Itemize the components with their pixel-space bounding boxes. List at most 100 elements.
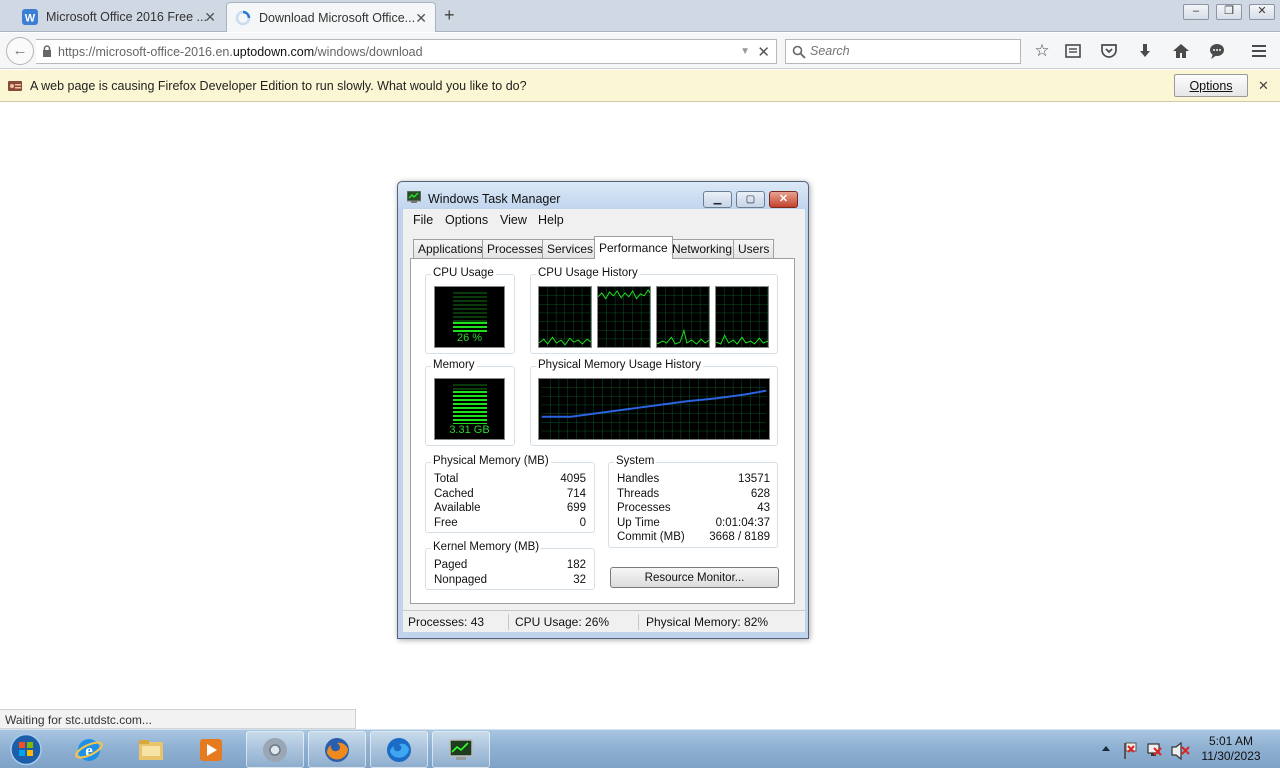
resource-monitor-button[interactable]: Resource Monitor... <box>610 567 779 588</box>
close-window-button[interactable]: ✕ <box>1249 4 1275 20</box>
url-text: https://microsoft-office-2016.en.uptodow… <box>58 45 423 59</box>
task-manager-minimize-button[interactable]: ▁ <box>703 191 732 208</box>
task-manager-status-bar: Processes: 43 CPU Usage: 26% Physical Me… <box>403 610 805 632</box>
taskbar-internet-explorer[interactable]: e <box>60 731 118 768</box>
close-notification-icon[interactable]: ✕ <box>1258 78 1269 94</box>
memory-value: 3.31 GB <box>449 424 490 436</box>
new-tab-plus-icon[interactable]: + <box>444 5 455 26</box>
tab-users[interactable]: Users <box>733 239 775 258</box>
task-manager-title-bar[interactable]: Windows Task Manager ▁ ▢ ✕ <box>398 182 808 208</box>
firefox-developer-icon <box>387 737 411 762</box>
system-label: System <box>614 455 657 467</box>
tab-title: Microsoft Office 2016 Free ... <box>46 10 207 24</box>
row-key: Total <box>434 473 459 485</box>
restore-window-button[interactable]: ❐ <box>1216 4 1242 20</box>
cpu-gauge-fill <box>453 322 487 332</box>
menu-help[interactable]: Help <box>538 213 564 227</box>
uptodown-favicon-icon: W <box>22 9 38 25</box>
system-group: System Handles 13571 Threads 628 Processes… <box>608 455 778 548</box>
download-icon[interactable] <box>1135 41 1155 61</box>
table-row: Processes 43 <box>617 502 770 517</box>
row-key: Handles <box>617 473 660 485</box>
status-processes: Processes: 43 <box>408 615 485 629</box>
windows-taskbar: e 5:01 AM 11/30/2023 <box>0 729 1280 768</box>
menu-options[interactable]: Options <box>445 213 488 227</box>
memory-gauge-fill <box>453 391 487 424</box>
stop-loading-icon[interactable]: ✕ <box>757 43 770 61</box>
volume-muted-icon[interactable] <box>1171 741 1190 761</box>
taskbar-chrome[interactable] <box>246 731 304 768</box>
close-tab-icon[interactable]: ✕ <box>204 9 216 26</box>
url-bar[interactable]: https://microsoft-office-2016.en.uptodow… <box>36 39 777 64</box>
row-value: 32 <box>573 573 586 586</box>
tab-networking[interactable]: Networking <box>667 239 738 258</box>
table-row: Up Time 0:01:04:37 <box>617 517 770 532</box>
cpu-core-2-graph <box>597 286 651 348</box>
menu-file[interactable]: File <box>413 213 433 227</box>
row-value: 714 <box>566 487 586 500</box>
cpu-gauge-bars <box>453 292 487 332</box>
cpu-usage-gauge: 26 % <box>434 286 505 348</box>
system-table: Handles 13571 Threads 628 Processes 43 Up T… <box>617 473 770 546</box>
row-key: Free <box>434 516 458 529</box>
tab-office-free[interactable]: W Microsoft Office 2016 Free ... ✕ <box>14 2 224 32</box>
back-arrow-icon[interactable]: ← <box>6 37 34 65</box>
row-value: 0 <box>579 516 586 529</box>
internet-explorer-icon: e <box>75 738 103 761</box>
taskbar-file-explorer[interactable] <box>122 731 180 768</box>
chrome-icon <box>263 737 287 762</box>
loading-spinner-icon <box>235 10 251 25</box>
tab-applications[interactable]: Applications <box>413 239 488 258</box>
taskbar-firefox-developer[interactable] <box>370 731 428 768</box>
reading-list-icon[interactable] <box>1063 41 1083 61</box>
row-key: Processes <box>617 502 671 515</box>
task-manager-close-button[interactable]: ✕ <box>769 191 798 208</box>
media-player-icon <box>200 738 222 761</box>
taskbar-firefox[interactable] <box>308 731 366 768</box>
status-divider <box>508 614 509 630</box>
task-manager-title: Windows Task Manager <box>428 192 561 206</box>
task-manager-maximize-button[interactable]: ▢ <box>736 191 765 208</box>
table-row: Available 699 <box>434 502 586 517</box>
search-input[interactable] <box>810 44 1010 58</box>
taskbar-media-player[interactable] <box>182 731 240 768</box>
notification-options-button[interactable]: Options <box>1174 74 1248 97</box>
bookmark-star-icon[interactable]: ☆ <box>1032 41 1052 61</box>
action-center-flag-icon[interactable] <box>1124 742 1137 759</box>
taskbar-clock[interactable]: 5:01 AM 11/30/2023 <box>1196 734 1266 764</box>
show-hidden-icons-icon[interactable] <box>1102 746 1110 751</box>
table-row: Paged 182 <box>434 559 586 574</box>
tab-performance[interactable]: Performance <box>594 236 673 259</box>
tab-processes[interactable]: Processes <box>482 239 549 258</box>
row-value: 182 <box>566 559 586 571</box>
tab-services[interactable]: Services <box>542 239 599 258</box>
task-manager-icon <box>449 738 473 760</box>
cpu-usage-history-group: CPU Usage History <box>530 267 778 354</box>
memory-group: Memory 3.31 GB <box>425 359 515 446</box>
notification-text: A web page is causing Firefox Developer … <box>30 79 527 93</box>
minimize-window-button[interactable]: – <box>1183 4 1209 20</box>
menu-view[interactable]: View <box>500 213 527 227</box>
task-manager-menu-bar: File Options View Help <box>403 209 805 231</box>
windows-start-icon[interactable] <box>6 731 46 768</box>
search-bar[interactable] <box>785 39 1021 64</box>
table-row: Commit (MB) 3668 / 8189 <box>617 531 770 546</box>
cpu-core-1-graph <box>538 286 592 348</box>
tab-bar: W Microsoft Office 2016 Free ... ✕ Downl… <box>0 0 1280 32</box>
task-manager-body: Applications Processes Services Performa… <box>403 231 805 632</box>
status-cpu-usage: CPU Usage: 26% <box>515 615 610 629</box>
home-icon[interactable] <box>1171 41 1191 61</box>
memory-history-label: Physical Memory Usage History <box>536 359 703 371</box>
menu-icon[interactable] <box>1249 41 1269 61</box>
close-tab-icon[interactable]: ✕ <box>415 10 427 27</box>
row-key: Up Time <box>617 516 660 529</box>
taskbar-task-manager[interactable] <box>432 731 490 768</box>
chat-icon[interactable] <box>1207 41 1227 61</box>
status-physical-memory: Physical Memory: 82% <box>646 615 769 629</box>
url-dropdown-icon[interactable]: ▼ <box>740 46 750 57</box>
tab-download-office[interactable]: Download Microsoft Office... ✕ <box>226 2 436 32</box>
pocket-icon[interactable] <box>1099 41 1119 61</box>
row-key: Paged <box>434 559 468 571</box>
file-explorer-icon <box>139 739 163 760</box>
network-icon[interactable] <box>1147 743 1162 756</box>
